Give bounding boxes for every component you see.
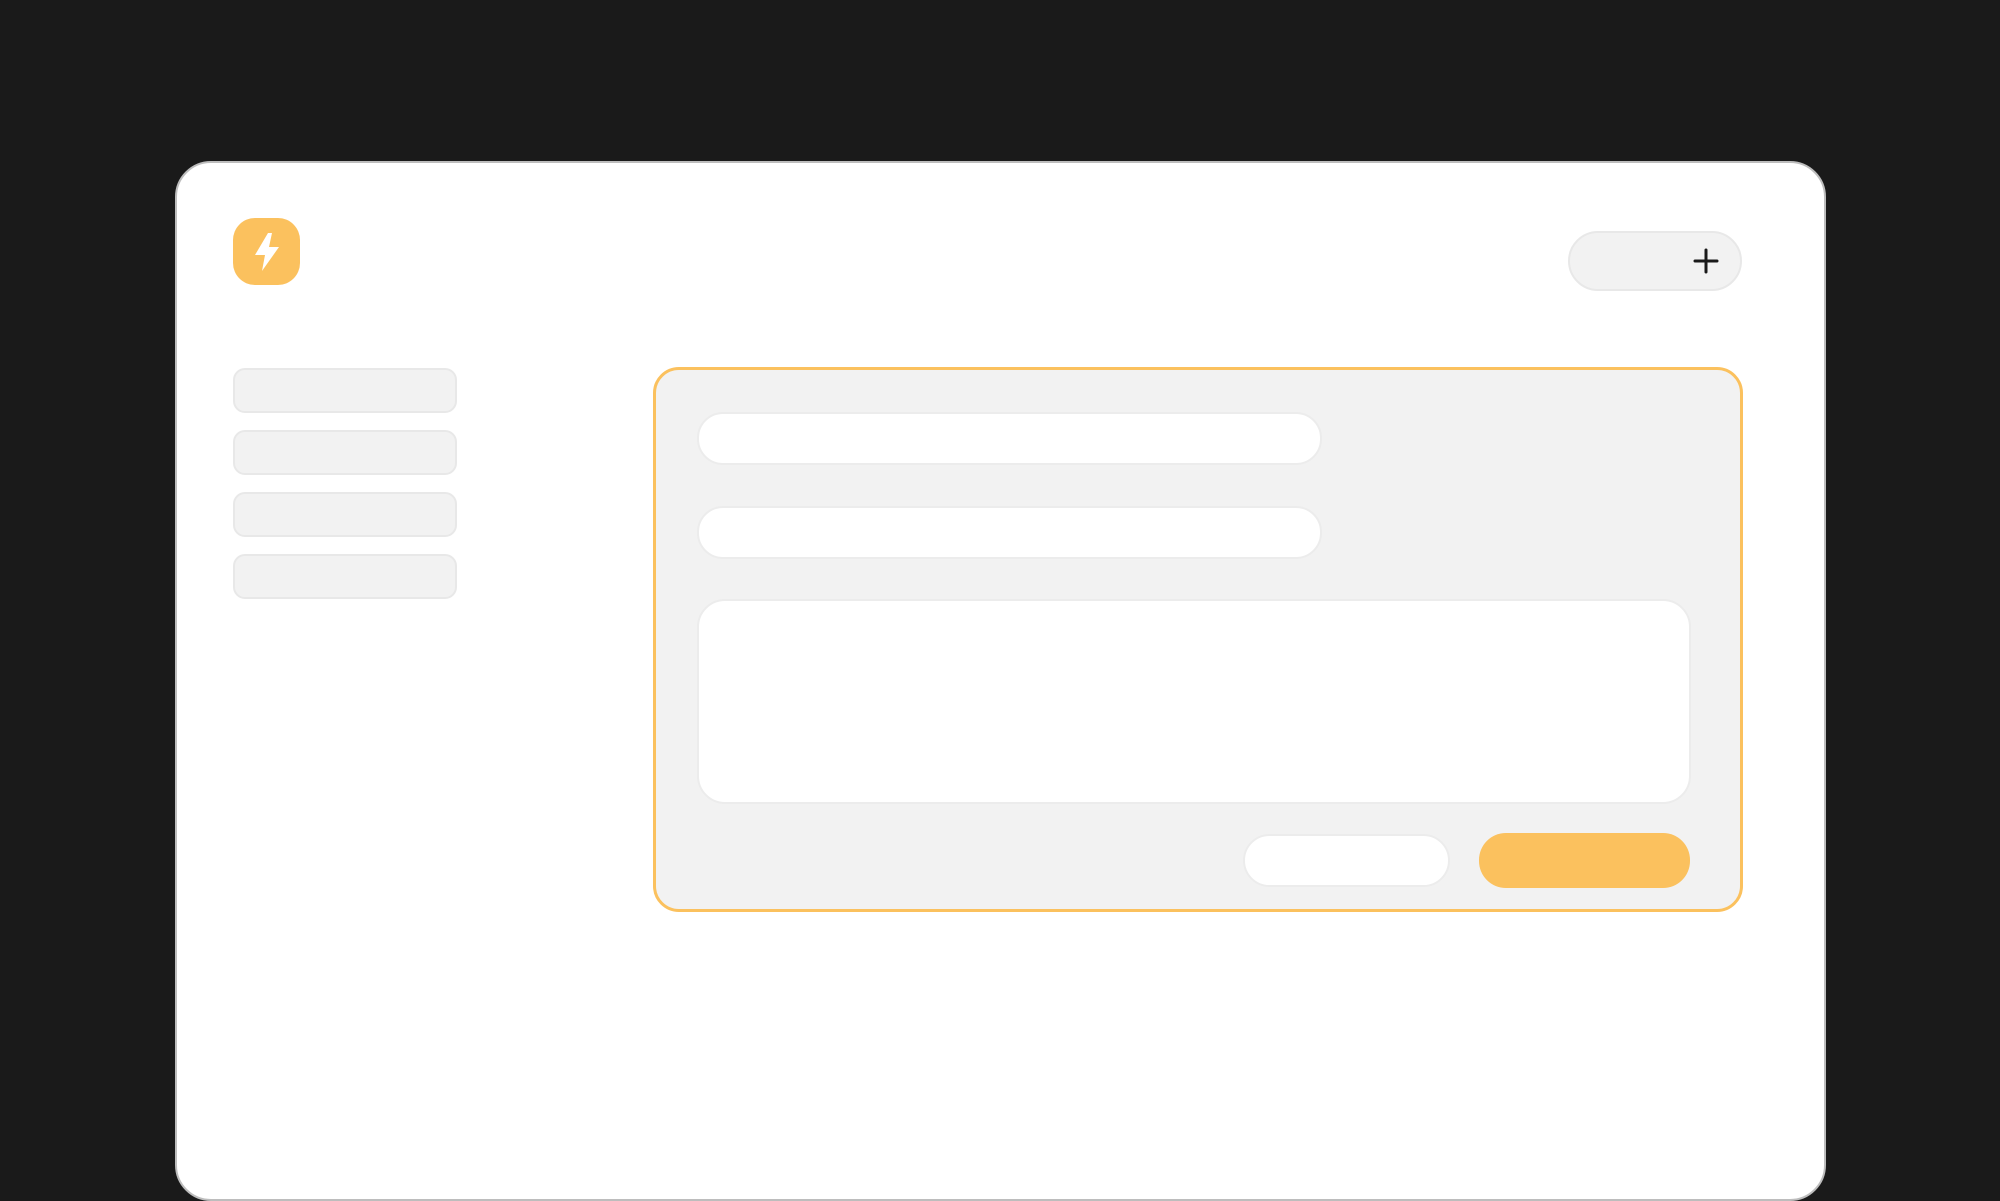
lightning-bolt-icon xyxy=(254,232,279,271)
submit-button[interactable] xyxy=(1479,833,1690,888)
cancel-button[interactable] xyxy=(1243,834,1450,887)
form-card xyxy=(653,367,1743,912)
sidebar-item[interactable] xyxy=(233,554,457,599)
text-field-1[interactable] xyxy=(697,412,1322,465)
plus-icon xyxy=(1693,248,1719,274)
sidebar-item[interactable] xyxy=(233,492,457,537)
text-field-2[interactable] xyxy=(697,506,1322,559)
sidebar-item[interactable] xyxy=(233,368,457,413)
app-window xyxy=(175,161,1826,1201)
logo xyxy=(233,218,300,285)
sidebar xyxy=(233,368,457,616)
sidebar-item[interactable] xyxy=(233,430,457,475)
message-textarea[interactable] xyxy=(697,599,1691,804)
add-button[interactable] xyxy=(1568,231,1742,291)
